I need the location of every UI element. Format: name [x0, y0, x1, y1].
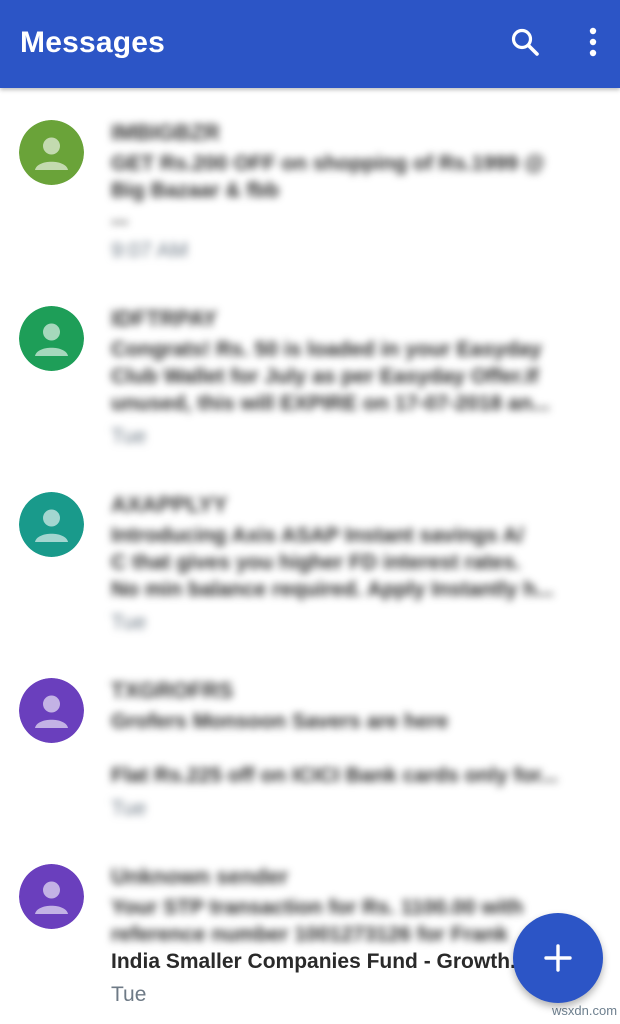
more-vert-icon: [589, 27, 597, 57]
conversation-item[interactable]: IMBIGBZR GET Rs.200 OFF on shopping of R…: [0, 88, 620, 274]
message-snippet: GET Rs.200 OFF on shopping of Rs.1999 @ …: [111, 150, 571, 231]
search-icon: [511, 28, 539, 56]
message-time: 9:07 AM: [111, 239, 189, 262]
sender-name: TXGROFRS: [111, 678, 234, 703]
message-snippet: Introducing Axis ASAP Instant savings A/…: [111, 522, 571, 603]
snippet-line: GET Rs.200 OFF on shopping of Rs.1999 @: [111, 152, 545, 175]
avatar[interactable]: [19, 864, 84, 929]
message-time: Tue: [111, 611, 147, 634]
message-snippet: Grofers Monsoon Savers are here Flat Rs.…: [111, 708, 571, 789]
avatar[interactable]: [19, 678, 84, 743]
contact-avatar-icon: [19, 492, 84, 557]
new-message-button[interactable]: [513, 913, 603, 1003]
message-time: Tue: [111, 983, 147, 1006]
sender-name: IDFTRPAY: [111, 306, 218, 331]
avatar[interactable]: [19, 306, 84, 371]
contact-avatar-icon: [19, 864, 84, 929]
conversation-item[interactable]: IDFTRPAY Congrats! Rs. 50 is loaded in y…: [0, 274, 620, 460]
snippet-line: Grofers Monsoon Savers are here: [111, 710, 449, 733]
page-title: Messages: [20, 26, 166, 59]
snippet-line: Flat Rs.225 off on ICICI Bank cards only…: [111, 764, 558, 787]
snippet-line: unused, this will EXPIRE on 17-07-2018 a…: [111, 392, 550, 415]
snippet-line: ...: [111, 206, 129, 229]
message-time: Tue: [111, 797, 147, 820]
sender-name: AXAPPLYY: [111, 492, 228, 517]
conversation-item[interactable]: AXAPPLYY Introducing Axis ASAP Instant s…: [0, 460, 620, 646]
snippet-line: Big Bazaar & fbb: [111, 179, 280, 202]
search-button[interactable]: [503, 20, 547, 64]
snippet-line: Club Wallet for July as per Easyday Offe…: [111, 365, 539, 388]
message-time: Tue: [111, 425, 147, 448]
message-snippet: Your STP transaction for Rs. 1100.00 wit…: [111, 894, 571, 975]
snippet-line: No min balance required. Apply Instantly…: [111, 578, 554, 601]
app-bar: Messages: [0, 0, 620, 88]
snippet-line: Your STP transaction for Rs. 1100.00 wit…: [111, 896, 524, 919]
contact-avatar-icon: [19, 120, 84, 185]
snippet-line: Introducing Axis ASAP Instant savings A/: [111, 524, 524, 547]
message-snippet: Congrats! Rs. 50 is loaded in your Easyd…: [111, 336, 571, 417]
watermark: wsxdn.com: [552, 1003, 618, 1018]
contact-avatar-icon: [19, 678, 84, 743]
contact-avatar-icon: [19, 306, 84, 371]
conversation-item[interactable]: TXGROFRS Grofers Monsoon Savers are here…: [0, 646, 620, 832]
avatar[interactable]: [19, 120, 84, 185]
snippet-line: C that gives you higher FD interest rate…: [111, 551, 521, 574]
overflow-menu-button[interactable]: [571, 20, 615, 64]
avatar[interactable]: [19, 492, 84, 557]
conversation-list[interactable]: IMBIGBZR GET Rs.200 OFF on shopping of R…: [0, 88, 620, 1024]
snippet-line: Congrats! Rs. 50 is loaded in your Easyd…: [111, 338, 542, 361]
sender-name: Unknown sender: [111, 864, 289, 889]
snippet-line: India Smaller Companies Fund - Growth...: [111, 950, 528, 973]
sender-name: IMBIGBZR: [111, 120, 220, 145]
add-icon: [544, 944, 572, 972]
snippet-line: [111, 735, 571, 762]
snippet-line: reference number 1001273126 for Frank: [111, 923, 508, 946]
